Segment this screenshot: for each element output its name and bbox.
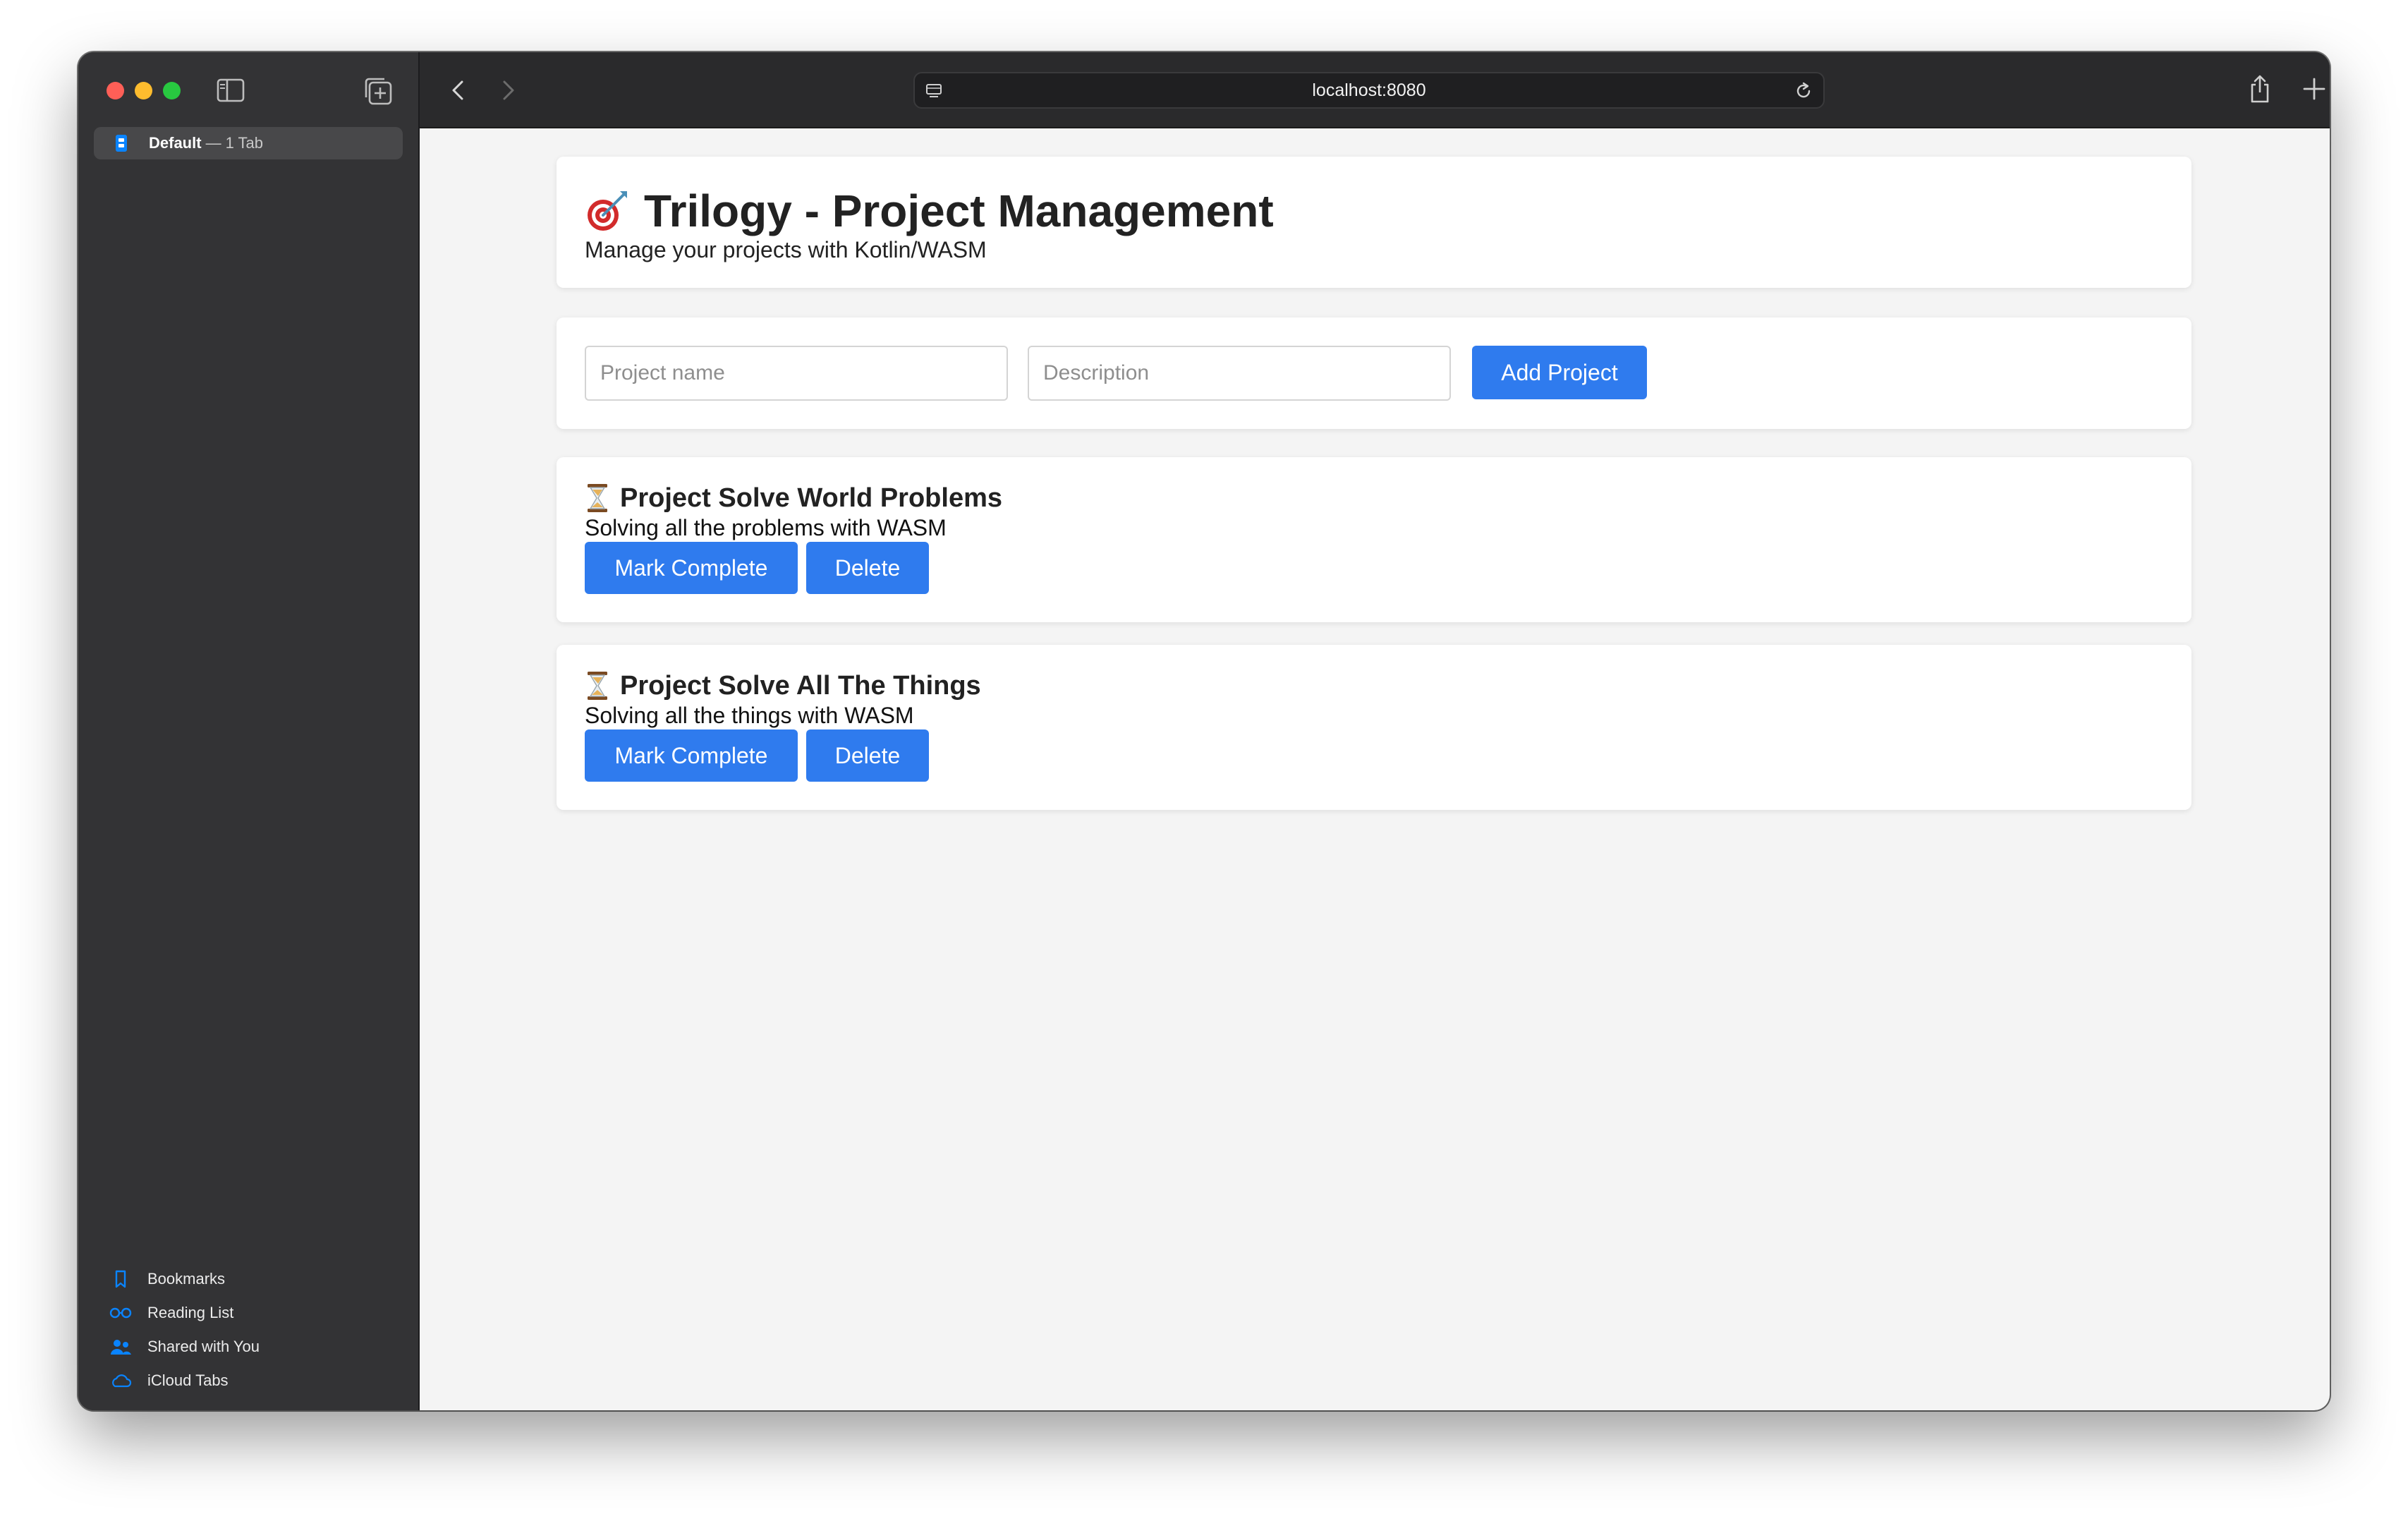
project-description-input[interactable] <box>1028 346 1451 401</box>
glasses-icon <box>109 1307 132 1319</box>
zoom-window-button[interactable] <box>163 82 181 99</box>
back-arrow-icon[interactable] <box>448 76 469 104</box>
browser-window: Default — 1 Tab Bookmarks Reading List S… <box>78 52 2330 1410</box>
project-description: Solving all the things with WASM <box>585 703 914 728</box>
sidebar-item-label: iCloud Tabs <box>147 1371 229 1389</box>
project-card: Project Solve All The Things Solving all… <box>557 645 2191 810</box>
tab-group-count: 1 Tab <box>225 134 263 152</box>
project-description: Solving all the problems with WASM <box>585 515 947 540</box>
project-name: Project Solve World Problems <box>620 483 1003 513</box>
new-tab-plus-icon[interactable] <box>2301 76 2327 102</box>
sidebar-item-icloud-tabs[interactable]: iCloud Tabs <box>109 1364 406 1398</box>
mark-complete-button[interactable]: Mark Complete <box>585 729 798 782</box>
close-window-button[interactable] <box>107 82 124 99</box>
delete-button[interactable]: Delete <box>806 729 929 782</box>
address-bar[interactable]: localhost:8080 <box>913 72 1825 109</box>
page-title: Trilogy - Project Management <box>585 185 1274 237</box>
sidebar-item-label: Reading List <box>147 1304 234 1321</box>
sidebar-item-label: Shared with You <box>147 1338 260 1355</box>
tab-group-default[interactable]: Default — 1 Tab <box>94 127 403 159</box>
sidebar-item-shared-with-you[interactable]: Shared with You <box>109 1330 406 1364</box>
project-title: Project Solve World Problems <box>585 483 1002 514</box>
cloud-icon <box>112 1374 132 1388</box>
address-url[interactable]: localhost:8080 <box>915 73 1823 107</box>
sidebar-bottom-list: Bookmarks Reading List Shared with You i… <box>109 1262 406 1398</box>
bookmark-icon <box>115 1270 126 1288</box>
minimize-window-button[interactable] <box>135 82 152 99</box>
sidebar-item-label: Bookmarks <box>147 1270 226 1288</box>
project-title: Project Solve All The Things <box>585 670 981 701</box>
browser-toolbar: localhost:8080 <box>420 52 2330 128</box>
hourglass-icon <box>588 672 607 700</box>
new-tab-group-icon[interactable] <box>363 76 393 106</box>
page-subtitle: Manage your projects with Kotlin/WASM <box>585 237 987 262</box>
project-name: Project Solve All The Things <box>620 670 981 701</box>
app-header-card: Trilogy - Project Management Manage your… <box>557 157 2191 288</box>
browser-sidebar: Default — 1 Tab Bookmarks Reading List S… <box>78 52 420 1410</box>
tab-group-separator: — <box>205 134 221 152</box>
sidebar-toggle-icon[interactable] <box>217 78 245 103</box>
project-card: Project Solve World Problems Solving all… <box>557 457 2191 622</box>
hourglass-icon <box>588 484 607 512</box>
mark-complete-button[interactable]: Mark Complete <box>585 542 798 594</box>
sidebar-item-bookmarks[interactable]: Bookmarks <box>109 1262 406 1296</box>
project-name-input[interactable] <box>585 346 1008 401</box>
share-icon[interactable] <box>2248 73 2272 104</box>
tab-group-name: Default <box>149 134 202 152</box>
add-project-form: Add Project <box>557 317 2191 429</box>
forward-arrow-icon[interactable] <box>497 76 518 104</box>
page-title-text: Trilogy - Project Management <box>644 186 1274 236</box>
sidebar-item-reading-list[interactable]: Reading List <box>109 1296 406 1330</box>
delete-button[interactable]: Delete <box>806 542 929 594</box>
tab-group-icon <box>116 135 127 152</box>
web-content: Trilogy - Project Management Manage your… <box>420 128 2330 1410</box>
target-icon <box>588 191 627 231</box>
reload-icon[interactable] <box>1794 81 1813 101</box>
add-project-button[interactable]: Add Project <box>1472 346 1647 399</box>
shared-people-icon <box>111 1340 131 1355</box>
